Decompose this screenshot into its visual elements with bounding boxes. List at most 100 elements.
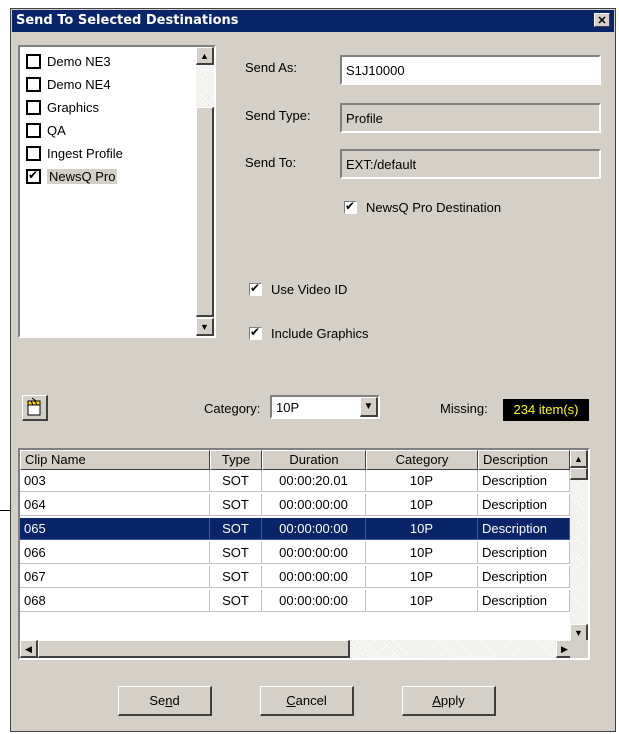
category-select[interactable]: 10P ▼	[270, 395, 380, 419]
table-cell: SOT	[210, 542, 262, 564]
destination-item[interactable]: Demo NE3	[26, 51, 111, 71]
checkbox-icon[interactable]	[26, 99, 41, 115]
clapperboard-button[interactable]	[22, 395, 48, 421]
table-cell: 10P	[366, 542, 478, 564]
use-video-id-label: Use Video ID	[271, 282, 348, 297]
table-cell: Description	[478, 590, 570, 612]
table-row[interactable]: 068 SOT 00:00:00:00 10P Description	[20, 590, 570, 612]
scroll-thumb[interactable]	[570, 468, 588, 480]
clips-table[interactable]: Clip Name Type Duration Category Description…	[18, 448, 590, 660]
destination-item[interactable]: Demo NE4	[26, 74, 111, 94]
table-cell: 00:00:00:00	[262, 542, 366, 564]
checkbox-icon[interactable]	[26, 122, 41, 138]
table-cell: 00:00:00:00	[262, 494, 366, 516]
table-cell: 00:00:00:00	[262, 566, 366, 588]
checkbox-icon[interactable]	[249, 325, 262, 340]
table-cell: 00:00:00:00	[262, 518, 366, 540]
send-type-field: Profile	[340, 103, 601, 133]
title-bar: Send To Selected Destinations ✕	[12, 10, 614, 32]
table-cell: SOT	[210, 518, 262, 540]
destination-label: Demo NE3	[47, 53, 111, 69]
send-to-label: Send To:	[245, 155, 297, 170]
checkbox-icon[interactable]	[26, 53, 41, 69]
checkbox-icon[interactable]	[26, 168, 41, 184]
table-vertical-scrollbar[interactable]: ▲ ▼	[570, 450, 588, 642]
apply-button[interactable]: Apply	[402, 686, 496, 716]
table-cell: 065	[20, 518, 210, 540]
missing-label: Missing:	[440, 401, 488, 416]
scrollbar-corner	[570, 640, 588, 658]
destination-label: Graphics	[47, 99, 100, 115]
table-cell: 067	[20, 566, 210, 588]
table-cell: 066	[20, 542, 210, 564]
send-button[interactable]: Send	[118, 686, 212, 716]
table-cell: 064	[20, 494, 210, 516]
scroll-thumb[interactable]	[38, 640, 350, 658]
table-cell: 00:00:00:00	[262, 590, 366, 612]
chevron-down-icon[interactable]: ▼	[360, 397, 378, 417]
column-header[interactable]: Category	[366, 450, 478, 470]
table-cell: Description	[478, 494, 570, 516]
table-row[interactable]: 066 SOT 00:00:00:00 10P Description	[20, 542, 570, 564]
scroll-down-button[interactable]: ▼	[196, 318, 214, 336]
scroll-left-button[interactable]: ◀	[20, 640, 38, 658]
checkbox-icon[interactable]	[26, 145, 41, 161]
column-header[interactable]: Clip Name	[20, 450, 210, 470]
send-type-label: Send Type:	[245, 108, 311, 123]
send-as-input[interactable]: S1J10000	[340, 55, 601, 85]
newsq-destination-checkbox[interactable]: NewsQ Pro Destination	[344, 199, 502, 215]
window-title: Send To Selected Destinations	[16, 13, 239, 28]
table-horizontal-scrollbar[interactable]: ◀ ▶	[20, 640, 574, 658]
table-cell: 10P	[366, 590, 478, 612]
clapperboard-icon	[27, 397, 41, 416]
table-row-partial	[20, 614, 570, 624]
include-graphics-label: Include Graphics	[271, 326, 369, 341]
newsq-destination-label: NewsQ Pro Destination	[366, 200, 502, 215]
send-as-label: Send As:	[245, 60, 298, 75]
checkbox-icon[interactable]	[344, 199, 357, 214]
table-row[interactable]: 067 SOT 00:00:00:00 10P Description	[20, 566, 570, 588]
column-header[interactable]: Duration	[262, 450, 366, 470]
table-cell: SOT	[210, 590, 262, 612]
destination-item[interactable]: NewsQ Pro	[26, 166, 118, 186]
table-cell: Description	[478, 566, 570, 588]
table-cell: SOT	[210, 566, 262, 588]
checkbox-icon[interactable]	[249, 281, 262, 296]
destination-item[interactable]: Graphics	[26, 97, 99, 117]
destination-label: Ingest Profile	[47, 145, 123, 161]
cancel-button[interactable]: Cancel	[260, 686, 354, 716]
destination-label: Demo NE4	[47, 76, 111, 92]
table-cell: 003	[20, 470, 210, 492]
table-row[interactable]: 064 SOT 00:00:00:00 10P Description	[20, 494, 570, 516]
table-cell: 068	[20, 590, 210, 612]
table-cell: 10P	[366, 518, 478, 540]
column-header[interactable]: Description	[478, 450, 570, 470]
table-cell: 10P	[366, 494, 478, 516]
column-header[interactable]: Type	[210, 450, 262, 470]
table-row[interactable]: 003 SOT 00:00:20.01 10P Description	[20, 470, 570, 492]
destinations-scrollbar[interactable]: ▲ ▼	[196, 47, 214, 336]
destination-item[interactable]: QA	[26, 120, 66, 140]
table-cell: 10P	[366, 566, 478, 588]
table-cell: Description	[478, 542, 570, 564]
scroll-thumb[interactable]	[196, 107, 214, 317]
destination-item[interactable]: Ingest Profile	[26, 143, 123, 163]
category-label: Category:	[204, 401, 261, 416]
scroll-up-button[interactable]: ▲	[196, 47, 214, 65]
checkbox-icon[interactable]	[26, 76, 41, 92]
destination-label: NewsQ Pro	[47, 168, 118, 184]
table-row[interactable]: 065 SOT 00:00:00:00 10P Description	[20, 518, 570, 540]
close-button[interactable]: ✕	[594, 13, 610, 27]
use-video-id-checkbox[interactable]: Use Video ID	[249, 281, 348, 297]
table-cell: 00:00:20.01	[262, 470, 366, 492]
table-cell: 10P	[366, 470, 478, 492]
destination-label: QA	[47, 122, 66, 138]
table-cell: Description	[478, 518, 570, 540]
table-header: Clip Name Type Duration Category Description	[20, 450, 570, 470]
scroll-up-button[interactable]: ▲	[570, 450, 588, 468]
include-graphics-checkbox[interactable]: Include Graphics	[249, 325, 369, 341]
missing-count: 234 item(s)	[503, 399, 589, 421]
table-cell: SOT	[210, 494, 262, 516]
send-to-field: EXT:/default	[340, 149, 601, 179]
destinations-list[interactable]: Demo NE3 Demo NE4 Graphics QA Ingest Profile…	[18, 45, 216, 338]
